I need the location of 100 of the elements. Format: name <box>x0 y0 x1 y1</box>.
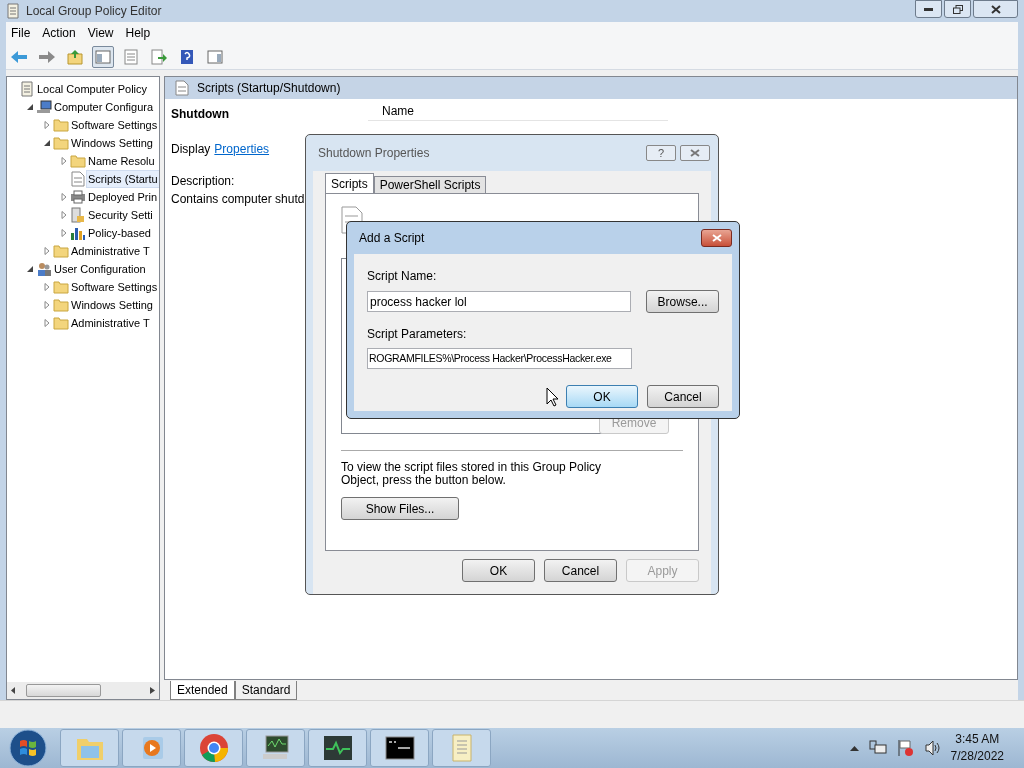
horizontal-scrollbar[interactable] <box>7 682 159 699</box>
expanded-arrow-icon[interactable] <box>25 265 34 273</box>
description-text: Contains computer shutd <box>171 191 305 208</box>
restore-button[interactable] <box>944 0 971 18</box>
collapsed-arrow-icon[interactable] <box>42 247 51 255</box>
tree-item[interactable]: Windows Setting <box>70 134 154 152</box>
users-icon <box>36 261 52 277</box>
tree-item[interactable]: Windows Setting <box>70 296 154 314</box>
folder-icon <box>70 154 86 168</box>
folder-icon <box>53 298 69 312</box>
collapsed-arrow-icon[interactable] <box>42 121 51 129</box>
lock-server-icon <box>71 207 85 223</box>
close-button[interactable] <box>973 0 1018 18</box>
close-icon <box>990 4 1001 14</box>
dialog-button[interactable]: OK <box>462 559 535 582</box>
menu-item[interactable]: File <box>6 24 36 42</box>
terminal-icon <box>384 736 415 760</box>
minimize-button[interactable] <box>915 0 942 18</box>
script-file-icon <box>71 171 85 187</box>
flag-warning-icon[interactable] <box>896 739 915 757</box>
field-label: Script Parameters: <box>367 326 468 343</box>
input-field[interactable]: process hacker lol <box>367 291 632 312</box>
menu-item[interactable]: View <box>82 24 119 42</box>
folder-icon <box>53 118 69 132</box>
dialog-title: Add a Script <box>359 230 425 247</box>
tree-item[interactable]: Administrative T <box>70 242 151 260</box>
scroll-right-icon[interactable] <box>150 687 155 694</box>
script-file-icon <box>175 80 189 96</box>
panel-header: Scripts (Startup/Shutdown) <box>197 80 341 97</box>
network-icon[interactable] <box>868 740 887 756</box>
folder-icon <box>53 280 69 294</box>
tree-item[interactable]: Scripts (Startu <box>87 170 159 188</box>
scroll-left-icon[interactable] <box>11 687 16 694</box>
collapsed-arrow-icon[interactable] <box>42 319 51 327</box>
display-label: Display <box>171 141 211 158</box>
show-files-button[interactable]: Show Files... <box>341 497 459 520</box>
dialog-tab[interactable]: Scripts <box>325 173 374 193</box>
note-scroll-icon <box>449 733 474 763</box>
restore-icon <box>952 4 963 14</box>
bar-chart-icon <box>70 225 86 241</box>
collapsed-arrow-icon[interactable] <box>59 211 68 219</box>
show-hidden-icons-icon[interactable] <box>849 745 859 751</box>
close-button[interactable] <box>701 229 732 247</box>
minimize-icon <box>924 7 933 11</box>
dialog-tab[interactable]: PowerShell Scripts <box>373 176 487 193</box>
speaker-icon[interactable] <box>924 740 941 756</box>
menu-item[interactable]: Help <box>120 24 156 42</box>
browse-button[interactable]: Browse... <box>646 290 719 313</box>
pulse-icon <box>322 735 353 761</box>
tree-item[interactable]: Local Computer Policy <box>36 80 149 98</box>
view-tab[interactable]: Standard <box>234 681 298 700</box>
close-icon <box>690 149 700 157</box>
clock-time[interactable]: 3:45 AM <box>955 731 1000 748</box>
close-icon <box>711 234 722 242</box>
dialog-button[interactable]: Cancel <box>544 559 617 582</box>
help-button[interactable]: ? <box>646 145 676 161</box>
round-logo-icon <box>198 733 229 763</box>
mouse-cursor-icon <box>546 387 559 407</box>
tree-item[interactable]: Deployed Prin <box>87 188 159 206</box>
monitor-icon <box>260 734 291 762</box>
tree-item[interactable]: Software Settings <box>70 278 159 296</box>
collapsed-arrow-icon[interactable] <box>59 193 68 201</box>
description-label: Description: <box>171 173 235 190</box>
folder-icon <box>53 244 69 258</box>
collapsed-arrow-icon[interactable] <box>59 157 68 165</box>
folder-icon <box>53 316 69 330</box>
info-text: To view the script files stored in this Group Policy Object, press the button below. <box>341 461 603 487</box>
start-orb-icon[interactable] <box>9 729 47 767</box>
dialog-button[interactable]: Cancel <box>647 385 719 408</box>
view-tab[interactable]: Extended <box>170 681 235 700</box>
scroll-icon <box>6 3 20 19</box>
scroll-icon <box>20 81 34 97</box>
dialog-title: Shutdown Properties <box>318 145 430 162</box>
taskbar-button[interactable] <box>308 729 367 767</box>
collapsed-arrow-icon[interactable] <box>42 301 51 309</box>
tree-item[interactable]: Computer Configura <box>53 98 155 116</box>
taskbar-button[interactable] <box>246 729 305 767</box>
taskbar-button[interactable] <box>370 729 429 767</box>
policy-heading: Shutdown <box>171 106 229 123</box>
printer-icon <box>70 190 86 204</box>
collapsed-arrow-icon[interactable] <box>59 229 68 237</box>
clock-date[interactable]: 7/28/2022 <box>950 748 1004 765</box>
dialog-button[interactable]: OK <box>566 385 638 408</box>
tree-item[interactable]: Administrative T <box>70 314 151 332</box>
computer-icon <box>36 99 52 115</box>
tree-item[interactable]: User Configuration <box>53 260 147 278</box>
menu-item[interactable]: Action <box>37 24 81 42</box>
expanded-arrow-icon[interactable] <box>25 103 34 111</box>
tree-item[interactable]: Name Resolu <box>87 152 156 170</box>
scroll-thumb[interactable] <box>26 684 101 697</box>
collapsed-arrow-icon[interactable] <box>42 283 51 291</box>
window-title: Local Group Policy Editor <box>26 3 162 20</box>
properties-link[interactable]: Properties <box>214 140 270 158</box>
folder-icon <box>53 136 69 150</box>
input-field[interactable]: ROGRAMFILES%\Process Hacker\ProcessHacker.exe <box>367 348 632 369</box>
tree-item[interactable]: Policy-based <box>87 224 152 242</box>
field-label: Script Name: <box>367 268 438 285</box>
tree-item[interactable]: Security Setti <box>87 206 154 224</box>
tree-item[interactable]: Software Settings <box>70 116 159 134</box>
expanded-arrow-icon[interactable] <box>42 139 51 147</box>
